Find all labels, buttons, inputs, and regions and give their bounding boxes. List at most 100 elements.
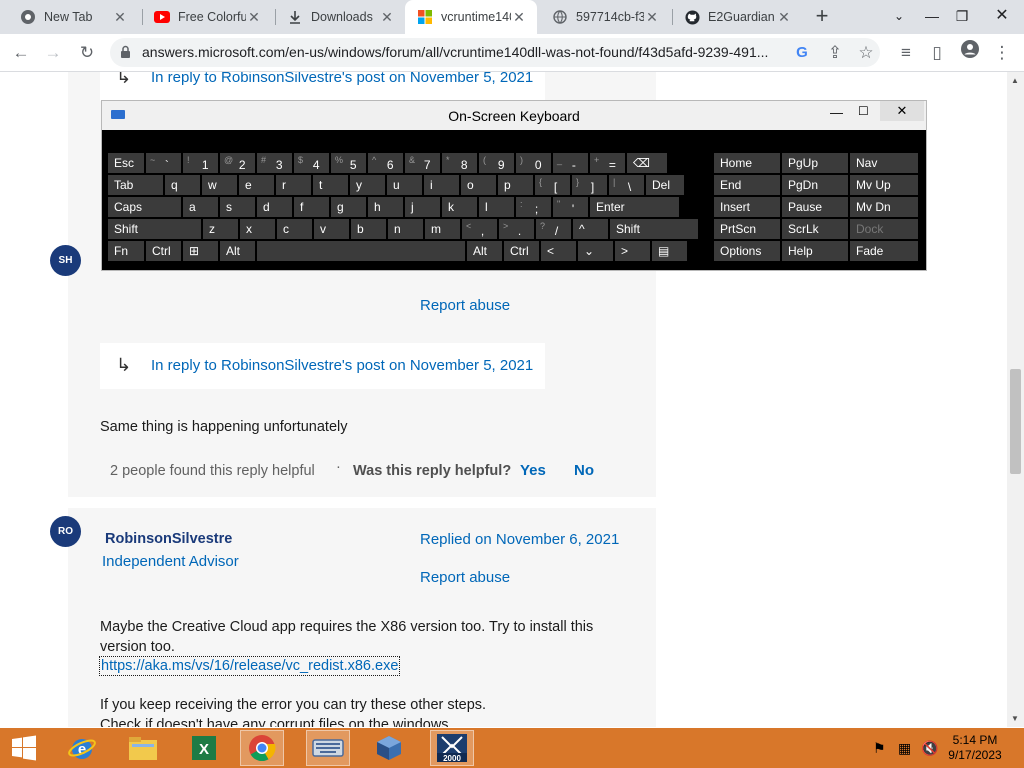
osk-key-4-9[interactable]: > xyxy=(615,241,650,261)
tab-new-tab[interactable]: New Tab ✕ xyxy=(8,0,138,34)
osk-nav-key-4-2[interactable]: Fade xyxy=(850,241,918,261)
osk-key-1-9[interactable]: o xyxy=(461,175,496,195)
osk-nav-key-3-2[interactable]: Dock xyxy=(850,219,918,239)
google-icon[interactable]: G xyxy=(789,40,815,66)
osk-key-2-12[interactable]: Enter xyxy=(590,197,679,217)
menu-dots-icon[interactable]: ⋮ xyxy=(989,40,1015,66)
osk-maximize-icon[interactable]: ☐ xyxy=(858,104,869,118)
close-tab-icon[interactable]: ✕ xyxy=(776,9,792,26)
osk-key-0-2[interactable]: ! 1 xyxy=(183,153,218,173)
osk-key-3-11[interactable]: ^ xyxy=(573,219,608,239)
osk-key-0-4[interactable]: #3 xyxy=(257,153,292,173)
back-arrow-icon[interactable]: ← xyxy=(8,40,34,66)
tab-search-chevron-icon[interactable]: ⌄ xyxy=(882,0,916,34)
osk-key-0-9[interactable]: * 8 xyxy=(442,153,477,173)
forward-arrow-icon[interactable]: → xyxy=(40,40,66,66)
osk-key-3-7[interactable]: m xyxy=(425,219,460,239)
windows-2000-icon[interactable]: 2000 xyxy=(430,730,474,766)
close-tab-icon[interactable]: ✕ xyxy=(112,9,128,26)
osk-key-2-2[interactable]: s xyxy=(220,197,255,217)
osk-nav-key-0-2[interactable]: Nav xyxy=(850,153,918,173)
osk-title-bar[interactable]: On-Screen Keyboard — ☐ ✕ xyxy=(102,101,926,130)
tab-free-colorful[interactable]: Free Colorful ✕ xyxy=(142,0,272,34)
osk-key-0-14[interactable]: ⌫ xyxy=(627,153,667,173)
helpful-yes-button[interactable]: Yes xyxy=(520,462,546,479)
osk-key-3-9[interactable]: >. xyxy=(499,219,534,239)
virtualbox-icon[interactable] xyxy=(367,730,411,766)
chrome-icon[interactable] xyxy=(240,730,284,766)
osk-key-2-9[interactable]: l xyxy=(479,197,514,217)
action-center-flag-icon[interactable]: ⚑ xyxy=(873,740,886,757)
close-tab-icon[interactable]: ✕ xyxy=(246,9,262,26)
address-bar[interactable]: answers.microsoft.com/en-us/windows/foru… xyxy=(110,38,880,67)
osk-close-icon[interactable]: ✕ xyxy=(880,101,924,121)
page-scrollbar[interactable]: ▲ ▼ xyxy=(1007,72,1024,727)
osk-key-2-0[interactable]: Caps xyxy=(108,197,181,217)
osk-key-3-2[interactable]: x xyxy=(240,219,275,239)
scroll-up-icon[interactable]: ▲ xyxy=(1011,76,1019,85)
network-icon[interactable]: ▦ xyxy=(898,740,911,757)
osk-key-0-0[interactable]: Esc xyxy=(108,153,144,173)
osk-key-2-7[interactable]: j xyxy=(405,197,440,217)
helpful-no-button[interactable]: No xyxy=(574,462,594,479)
restore-icon[interactable]: ❐ xyxy=(945,0,979,34)
osk-key-1-1[interactable]: q xyxy=(165,175,200,195)
osk-nav-key-1-2[interactable]: Mv Up xyxy=(850,175,918,195)
osk-key-4-6[interactable]: Ctrl xyxy=(504,241,539,261)
osk-key-1-14[interactable]: Del xyxy=(646,175,684,195)
osk-key-2-3[interactable]: d xyxy=(257,197,292,217)
osk-key-1-5[interactable]: t xyxy=(313,175,348,195)
osk-nav-key-4-1[interactable]: Help xyxy=(782,241,848,261)
osk-key-3-8[interactable]: <, xyxy=(462,219,497,239)
report-abuse-link[interactable]: Report abuse xyxy=(420,297,510,314)
osk-key-0-11[interactable]: ) 0 xyxy=(516,153,551,173)
osk-key-0-6[interactable]: % 5 xyxy=(331,153,366,173)
osk-key-4-3[interactable]: Alt xyxy=(220,241,255,261)
profile-avatar-icon[interactable] xyxy=(957,40,983,66)
osk-key-4-5[interactable]: Alt xyxy=(467,241,502,261)
report-abuse-link[interactable]: Report abuse xyxy=(420,569,510,586)
osk-key-2-5[interactable]: g xyxy=(331,197,366,217)
osk-nav-key-3-0[interactable]: PrtScn xyxy=(714,219,780,239)
osk-key-4-0[interactable]: Fn xyxy=(108,241,144,261)
close-tab-icon[interactable]: ✕ xyxy=(511,9,527,26)
osk-key-3-12[interactable]: Shift xyxy=(610,219,698,239)
volume-muted-icon[interactable]: 🔇 xyxy=(921,740,938,757)
tab-597714cb[interactable]: 597714cb-f3 ✕ xyxy=(540,0,670,34)
osk-nav-key-4-0[interactable]: Options xyxy=(714,241,780,261)
osk-key-2-11[interactable]: " ' xyxy=(553,197,588,217)
author-name-link[interactable]: RobinsonSilvestre xyxy=(105,531,232,547)
scrollbar-thumb[interactable] xyxy=(1010,369,1021,474)
osk-key-1-11[interactable]: {[ xyxy=(535,175,570,195)
osk-nav-key-1-1[interactable]: PgDn xyxy=(782,175,848,195)
osk-key-3-5[interactable]: b xyxy=(351,219,386,239)
new-tab-button[interactable]: + xyxy=(810,5,834,29)
osk-key-1-10[interactable]: p xyxy=(498,175,533,195)
vc-redist-link[interactable]: https://aka.ms/vs/16/release/vc_redist.x… xyxy=(99,656,401,676)
osk-key-1-6[interactable]: y xyxy=(350,175,385,195)
osk-key-1-2[interactable]: w xyxy=(202,175,237,195)
scroll-down-icon[interactable]: ▼ xyxy=(1011,714,1019,723)
tab-downloads[interactable]: Downloads ✕ xyxy=(275,0,405,34)
osk-nav-key-3-1[interactable]: ScrLk xyxy=(782,219,848,239)
osk-key-4-7[interactable]: < xyxy=(541,241,576,261)
osk-key-1-8[interactable]: i xyxy=(424,175,459,195)
reload-icon[interactable]: ↻ xyxy=(74,40,100,66)
osk-key-0-10[interactable]: (9 xyxy=(479,153,514,173)
keyboard-icon[interactable] xyxy=(306,730,350,766)
close-window-icon[interactable]: ✕ xyxy=(985,0,1019,34)
osk-key-1-13[interactable]: | \ xyxy=(609,175,644,195)
osk-key-2-8[interactable]: k xyxy=(442,197,477,217)
osk-nav-key-1-0[interactable]: End xyxy=(714,175,780,195)
osk-key-4-4[interactable] xyxy=(257,241,465,261)
internet-explorer-icon[interactable]: e xyxy=(60,730,104,766)
osk-key-0-3[interactable]: @2 xyxy=(220,153,255,173)
osk-key-4-2[interactable]: ⊞ xyxy=(183,241,218,261)
osk-key-1-0[interactable]: Tab xyxy=(108,175,163,195)
osk-key-3-0[interactable]: Shift xyxy=(108,219,201,239)
osk-key-2-10[interactable]: :; xyxy=(516,197,551,217)
osk-key-3-3[interactable]: c xyxy=(277,219,312,239)
share-icon[interactable]: ⇪ xyxy=(822,40,848,66)
minimize-icon[interactable]: — xyxy=(915,0,949,34)
osk-key-0-13[interactable]: + = xyxy=(590,153,625,173)
